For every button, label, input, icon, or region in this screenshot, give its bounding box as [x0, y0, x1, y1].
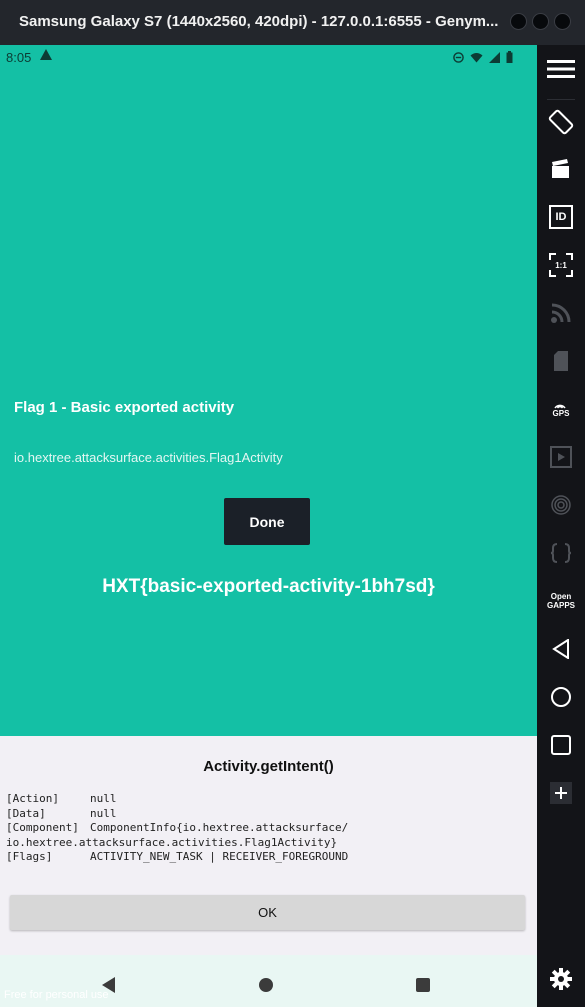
capture-icon[interactable] — [537, 149, 585, 189]
battery-icon — [506, 50, 513, 68]
pixel-perfect-icon[interactable]: 1:1 — [537, 245, 585, 285]
add-icon[interactable] — [537, 773, 585, 813]
nav-recents-icon[interactable] — [416, 978, 430, 992]
cast-icon[interactable] — [537, 293, 585, 333]
recents-icon[interactable] — [537, 725, 585, 765]
signal-icon — [489, 50, 500, 68]
nav-home-icon[interactable] — [259, 978, 273, 992]
media-icon[interactable] — [537, 437, 585, 477]
status-bar: 8:05 — [0, 45, 537, 69]
window-title: Samsung Galaxy S7 (1440x2560, 420dpi) - … — [19, 13, 499, 30]
intent-row-flags: [Flags] ACTIVITY_NEW_TASK | RECEIVER_FORE… — [6, 850, 349, 863]
fingerprint-icon[interactable] — [537, 485, 585, 525]
rotate-icon[interactable] — [537, 102, 585, 142]
intent-details: [Action] null [Data] null [Component] Compo… — [6, 792, 348, 865]
window-title-bar: Samsung Galaxy S7 (1440x2560, 420dpi) - … — [0, 0, 585, 45]
home-icon[interactable] — [537, 677, 585, 717]
flag-title: Flag 1 - Basic exported activity — [14, 399, 235, 416]
code-icon[interactable] — [537, 533, 585, 573]
status-icons — [453, 50, 513, 68]
ok-button[interactable]: OK — [10, 895, 525, 930]
storage-icon[interactable] — [537, 341, 585, 381]
dnd-icon — [453, 50, 464, 68]
back-icon[interactable] — [537, 629, 585, 669]
intent-row-component-cont: io.hextree.attacksurface.activities.Flag… — [6, 835, 338, 849]
opengapps-icon[interactable]: Open GAPPS — [537, 581, 585, 621]
identifier-icon[interactable]: ID — [537, 197, 585, 237]
gps-icon[interactable]: GPS — [537, 389, 585, 429]
device-screen: 8:05 Flag 1 - Basic exported activity io… — [0, 45, 537, 1007]
status-time: 8:05 — [6, 50, 32, 65]
intent-row-data: [Data] null — [6, 806, 117, 820]
activity-class-name: io.hextree.attacksurface.activities.Flag… — [14, 450, 283, 465]
warning-icon — [40, 49, 52, 60]
close-button[interactable] — [554, 13, 571, 30]
done-button[interactable]: Done — [224, 498, 310, 545]
minimize-button[interactable] — [510, 13, 527, 30]
menu-icon[interactable] — [537, 49, 585, 89]
intent-row-action: [Action] null — [6, 792, 117, 805]
emulator-toolbar: ID 1:1 GPS Open GAPPS — [537, 45, 585, 1007]
intent-row-component: [Component] ComponentInfo{io.hextree.atta… — [6, 821, 349, 834]
watermark: Free for personal use — [4, 989, 109, 1001]
settings-icon[interactable] — [537, 959, 585, 999]
intent-dialog-title: Activity.getIntent() — [203, 758, 334, 775]
flag-value: HXT{basic-exported-activity-1bh7sd} — [102, 576, 435, 597]
wifi-icon — [470, 50, 483, 68]
maximize-button[interactable] — [532, 13, 549, 30]
